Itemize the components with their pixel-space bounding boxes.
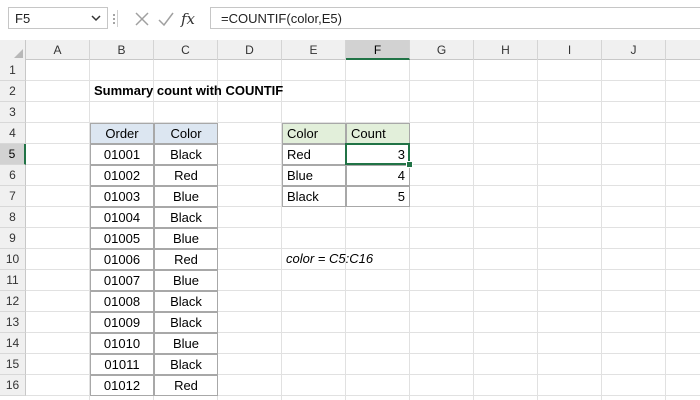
orders-header-color[interactable]: Color [154,123,218,144]
dropdown-icon[interactable] [87,9,105,27]
order-cell[interactable]: 01007 [90,270,154,291]
function-icon[interactable]: fx [180,9,202,29]
color-cell[interactable]: Black [154,207,218,228]
color-cell[interactable]: Black [154,291,218,312]
formula-bar: F5 fx =COUNTIF(color,E5) [0,0,700,36]
summary-color-cell[interactable]: Black [282,186,346,207]
order-cell[interactable]: 01012 [90,375,154,396]
color-cell[interactable]: Blue [154,270,218,291]
color-cell[interactable]: Red [154,375,218,396]
order-cell[interactable]: 01008 [90,291,154,312]
name-box-text: F5 [15,11,31,26]
order-cell[interactable]: 01002 [90,165,154,186]
order-cell[interactable]: 01011 [90,354,154,375]
color-cell[interactable]: Blue [154,186,218,207]
color-cell[interactable]: Blue [154,228,218,249]
summary-header-color[interactable]: Color [282,123,346,144]
order-cell[interactable]: 01006 [90,249,154,270]
summary-count-cell[interactable]: 5 [346,186,410,207]
name-box[interactable]: F5 [8,7,108,29]
order-cell[interactable]: 01005 [90,228,154,249]
color-cell[interactable]: Blue [154,333,218,354]
formula-text: =COUNTIF(color,E5) [221,11,342,26]
order-cell[interactable]: 01010 [90,333,154,354]
orders-header-order[interactable]: Order [90,123,154,144]
summary-color-cell[interactable]: Blue [282,165,346,186]
summary-header-count[interactable]: Count [346,123,410,144]
sheet-title: Summary count with COUNTIF [94,83,284,98]
named-range-note: color = C5:C16 [286,251,374,266]
cancel-icon[interactable] [132,9,152,29]
formula-input[interactable]: =COUNTIF(color,E5) [210,7,700,29]
spreadsheet-grid: A B C D E F G H I J 1 2 3 4 5 6 7 8 9 10 11 12 13 14 15 16 Summary… [0,40,700,400]
active-cell[interactable] [345,143,410,165]
order-cell[interactable]: 01003 [90,186,154,207]
summary-count-cell[interactable]: 4 [346,165,410,186]
order-cell[interactable]: 01001 [90,144,154,165]
order-cell[interactable]: 01009 [90,312,154,333]
color-cell[interactable]: Red [154,249,218,270]
color-cell[interactable]: Red [154,165,218,186]
fill-handle[interactable] [406,161,413,168]
enter-icon[interactable] [156,9,176,29]
color-cell[interactable]: Black [154,312,218,333]
order-cell[interactable]: 01004 [90,207,154,228]
color-cell[interactable]: Black [154,354,218,375]
color-cell[interactable]: Black [154,144,218,165]
svg-text:fx: fx [180,10,196,28]
summary-color-cell[interactable]: Red [282,144,346,165]
formula-bar-separator [117,10,118,27]
